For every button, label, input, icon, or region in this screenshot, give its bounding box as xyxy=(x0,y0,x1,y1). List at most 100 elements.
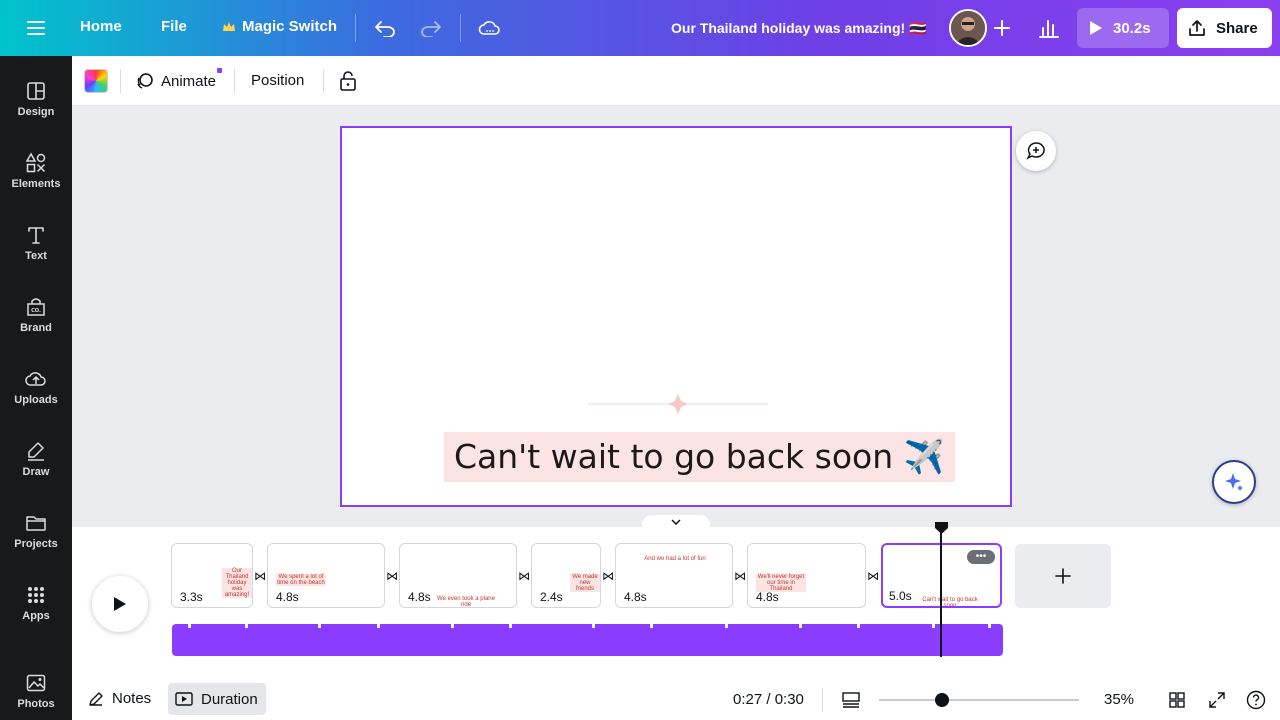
analytics-icon[interactable] xyxy=(1036,14,1062,42)
animate-button[interactable]: Animate xyxy=(135,71,216,91)
beat-marker xyxy=(988,624,991,628)
add-collaborator-icon[interactable] xyxy=(990,16,1014,40)
timeline-clip[interactable]: We made new friends 2.4s xyxy=(531,543,601,608)
sidebar-item-projects[interactable]: Projects xyxy=(0,504,72,564)
sidebar-item-design[interactable]: Design xyxy=(0,72,72,132)
context-toolbar: Animate Position xyxy=(72,56,1280,106)
position-button[interactable]: Position xyxy=(251,72,304,89)
zoom-slider-track[interactable] xyxy=(879,699,1079,701)
undo-icon[interactable] xyxy=(372,16,398,40)
sidebar-item-brand[interactable]: CO. Brand xyxy=(0,288,72,348)
draw-icon xyxy=(28,442,44,461)
share-icon xyxy=(1188,19,1206,37)
magic-switch-label: Magic Switch xyxy=(242,18,338,35)
present-duration: 30.2s xyxy=(1113,19,1151,37)
sidebar-item-draw[interactable]: Draw xyxy=(0,432,72,492)
menu-icon[interactable] xyxy=(24,16,48,40)
duration-button[interactable]: Duration xyxy=(168,683,266,715)
sidebar-item-apps[interactable]: Apps xyxy=(0,576,72,636)
timeline-play-button[interactable] xyxy=(92,576,148,632)
svg-text:CO.: CO. xyxy=(31,308,41,314)
transition-icon[interactable]: ⋈ xyxy=(866,569,880,583)
share-label: Share xyxy=(1216,19,1258,37)
transition-icon[interactable]: ⋈ xyxy=(253,569,267,583)
sidebar-item-photos[interactable]: Photos xyxy=(0,664,72,720)
help-icon[interactable] xyxy=(1245,689,1267,711)
sidebar-item-text[interactable]: Text xyxy=(0,216,72,276)
sidebar-item-label: Design xyxy=(17,106,55,118)
timeline-clip[interactable]: We'll never forget our time in Thailand … xyxy=(747,543,866,608)
transition-icon[interactable]: ⋈ xyxy=(517,569,531,583)
playhead-handle-icon[interactable] xyxy=(935,522,948,534)
sidebar-item-uploads[interactable]: Uploads xyxy=(0,360,72,420)
home-button[interactable]: Home xyxy=(80,18,122,35)
fullscreen-icon[interactable] xyxy=(1206,689,1228,711)
timeline-clip[interactable]: And we had a lot of fun 4.8s xyxy=(615,543,733,608)
sidebar-item-label: Draw xyxy=(22,466,50,478)
projects-icon xyxy=(26,516,46,531)
sidebar: Design Elements Text CO. Brand Uploads D… xyxy=(0,56,72,720)
sidebar-item-label: Apps xyxy=(22,610,50,622)
magic-switch-button[interactable]: Magic Switch xyxy=(222,18,337,35)
notes-button[interactable]: Notes xyxy=(88,690,151,707)
redo-icon[interactable] xyxy=(418,16,444,40)
lock-icon[interactable] xyxy=(337,69,359,93)
share-button[interactable]: Share xyxy=(1177,8,1272,48)
zoom-level[interactable]: 35% xyxy=(1104,691,1134,708)
divider xyxy=(323,69,324,93)
transition-icon[interactable]: ⋈ xyxy=(385,569,399,583)
sidebar-item-label: Projects xyxy=(14,538,58,550)
comment-icon[interactable] xyxy=(1016,131,1056,171)
notes-label: Notes xyxy=(112,690,152,707)
clip-duration: 3.3s xyxy=(180,590,203,604)
magic-assistant-icon[interactable] xyxy=(1212,460,1256,504)
beat-marker xyxy=(318,624,321,628)
duration-label: Duration xyxy=(201,690,258,708)
clip-duration: 5.0s xyxy=(889,589,912,603)
beat-marker xyxy=(932,624,935,628)
caption-text[interactable]: Can't wait to go back soon ✈️ xyxy=(444,432,955,482)
clip-thumbnail-text: Our Thailand holiday was amazing! xyxy=(222,568,252,598)
timeline-view-icon[interactable] xyxy=(840,689,862,711)
divider xyxy=(120,69,121,93)
beat-marker xyxy=(799,624,802,628)
add-page-button[interactable] xyxy=(1015,544,1111,608)
design-canvas[interactable]: Can't wait to go back soon ✈️ xyxy=(340,126,1012,507)
sidebar-item-label: Text xyxy=(25,250,47,262)
plus-icon xyxy=(1055,568,1071,584)
grid-view-icon[interactable] xyxy=(1166,689,1188,711)
present-button[interactable]: 30.2s xyxy=(1077,8,1169,48)
clip-duration: 4.8s xyxy=(408,590,431,604)
beat-marker xyxy=(509,624,512,628)
divider xyxy=(234,69,235,93)
playhead[interactable] xyxy=(940,527,942,657)
beat-marker xyxy=(857,624,860,628)
avatar[interactable] xyxy=(949,9,987,47)
new-indicator-dot xyxy=(217,68,222,73)
video-icon xyxy=(175,692,193,706)
timeline-clip[interactable]: Our Thailand holiday was amazing! 3.3s xyxy=(171,543,253,608)
sidebar-item-label: Elements xyxy=(11,178,61,190)
cloud-save-icon[interactable] xyxy=(476,16,502,40)
file-menu-button[interactable]: File xyxy=(161,18,187,35)
clip-thumbnail-text: We even took a plane ride xyxy=(437,596,495,608)
clip-thumbnail-text: And we had a lot of fun xyxy=(644,556,706,562)
timeline-clip[interactable]: We spent a lot of time on the beach 4.8s xyxy=(267,543,385,608)
crown-icon xyxy=(222,21,236,33)
clip-thumbnail-text: We made new friends xyxy=(570,574,600,592)
timeline-clip[interactable]: We even took a plane ride 4.8s xyxy=(399,543,517,608)
transition-icon[interactable]: ⋈ xyxy=(733,569,747,583)
elements-icon xyxy=(25,152,46,173)
collapse-timeline-icon[interactable] xyxy=(642,515,710,529)
sidebar-item-elements[interactable]: Elements xyxy=(0,144,72,204)
transition-icon[interactable]: ⋈ xyxy=(601,569,615,583)
sidebar-item-label: Photos xyxy=(17,698,55,710)
document-title[interactable]: Our Thailand holiday was amazing! 🇹🇭 xyxy=(671,20,926,37)
play-icon xyxy=(114,597,126,611)
clip-duration: 4.8s xyxy=(624,590,647,604)
more-options-icon[interactable]: ••• xyxy=(967,550,995,564)
color-picker-icon[interactable] xyxy=(84,69,108,93)
zoom-slider-handle[interactable] xyxy=(935,693,949,707)
sidebar-item-label: Brand xyxy=(20,322,52,334)
audio-track[interactable] xyxy=(172,624,1003,656)
